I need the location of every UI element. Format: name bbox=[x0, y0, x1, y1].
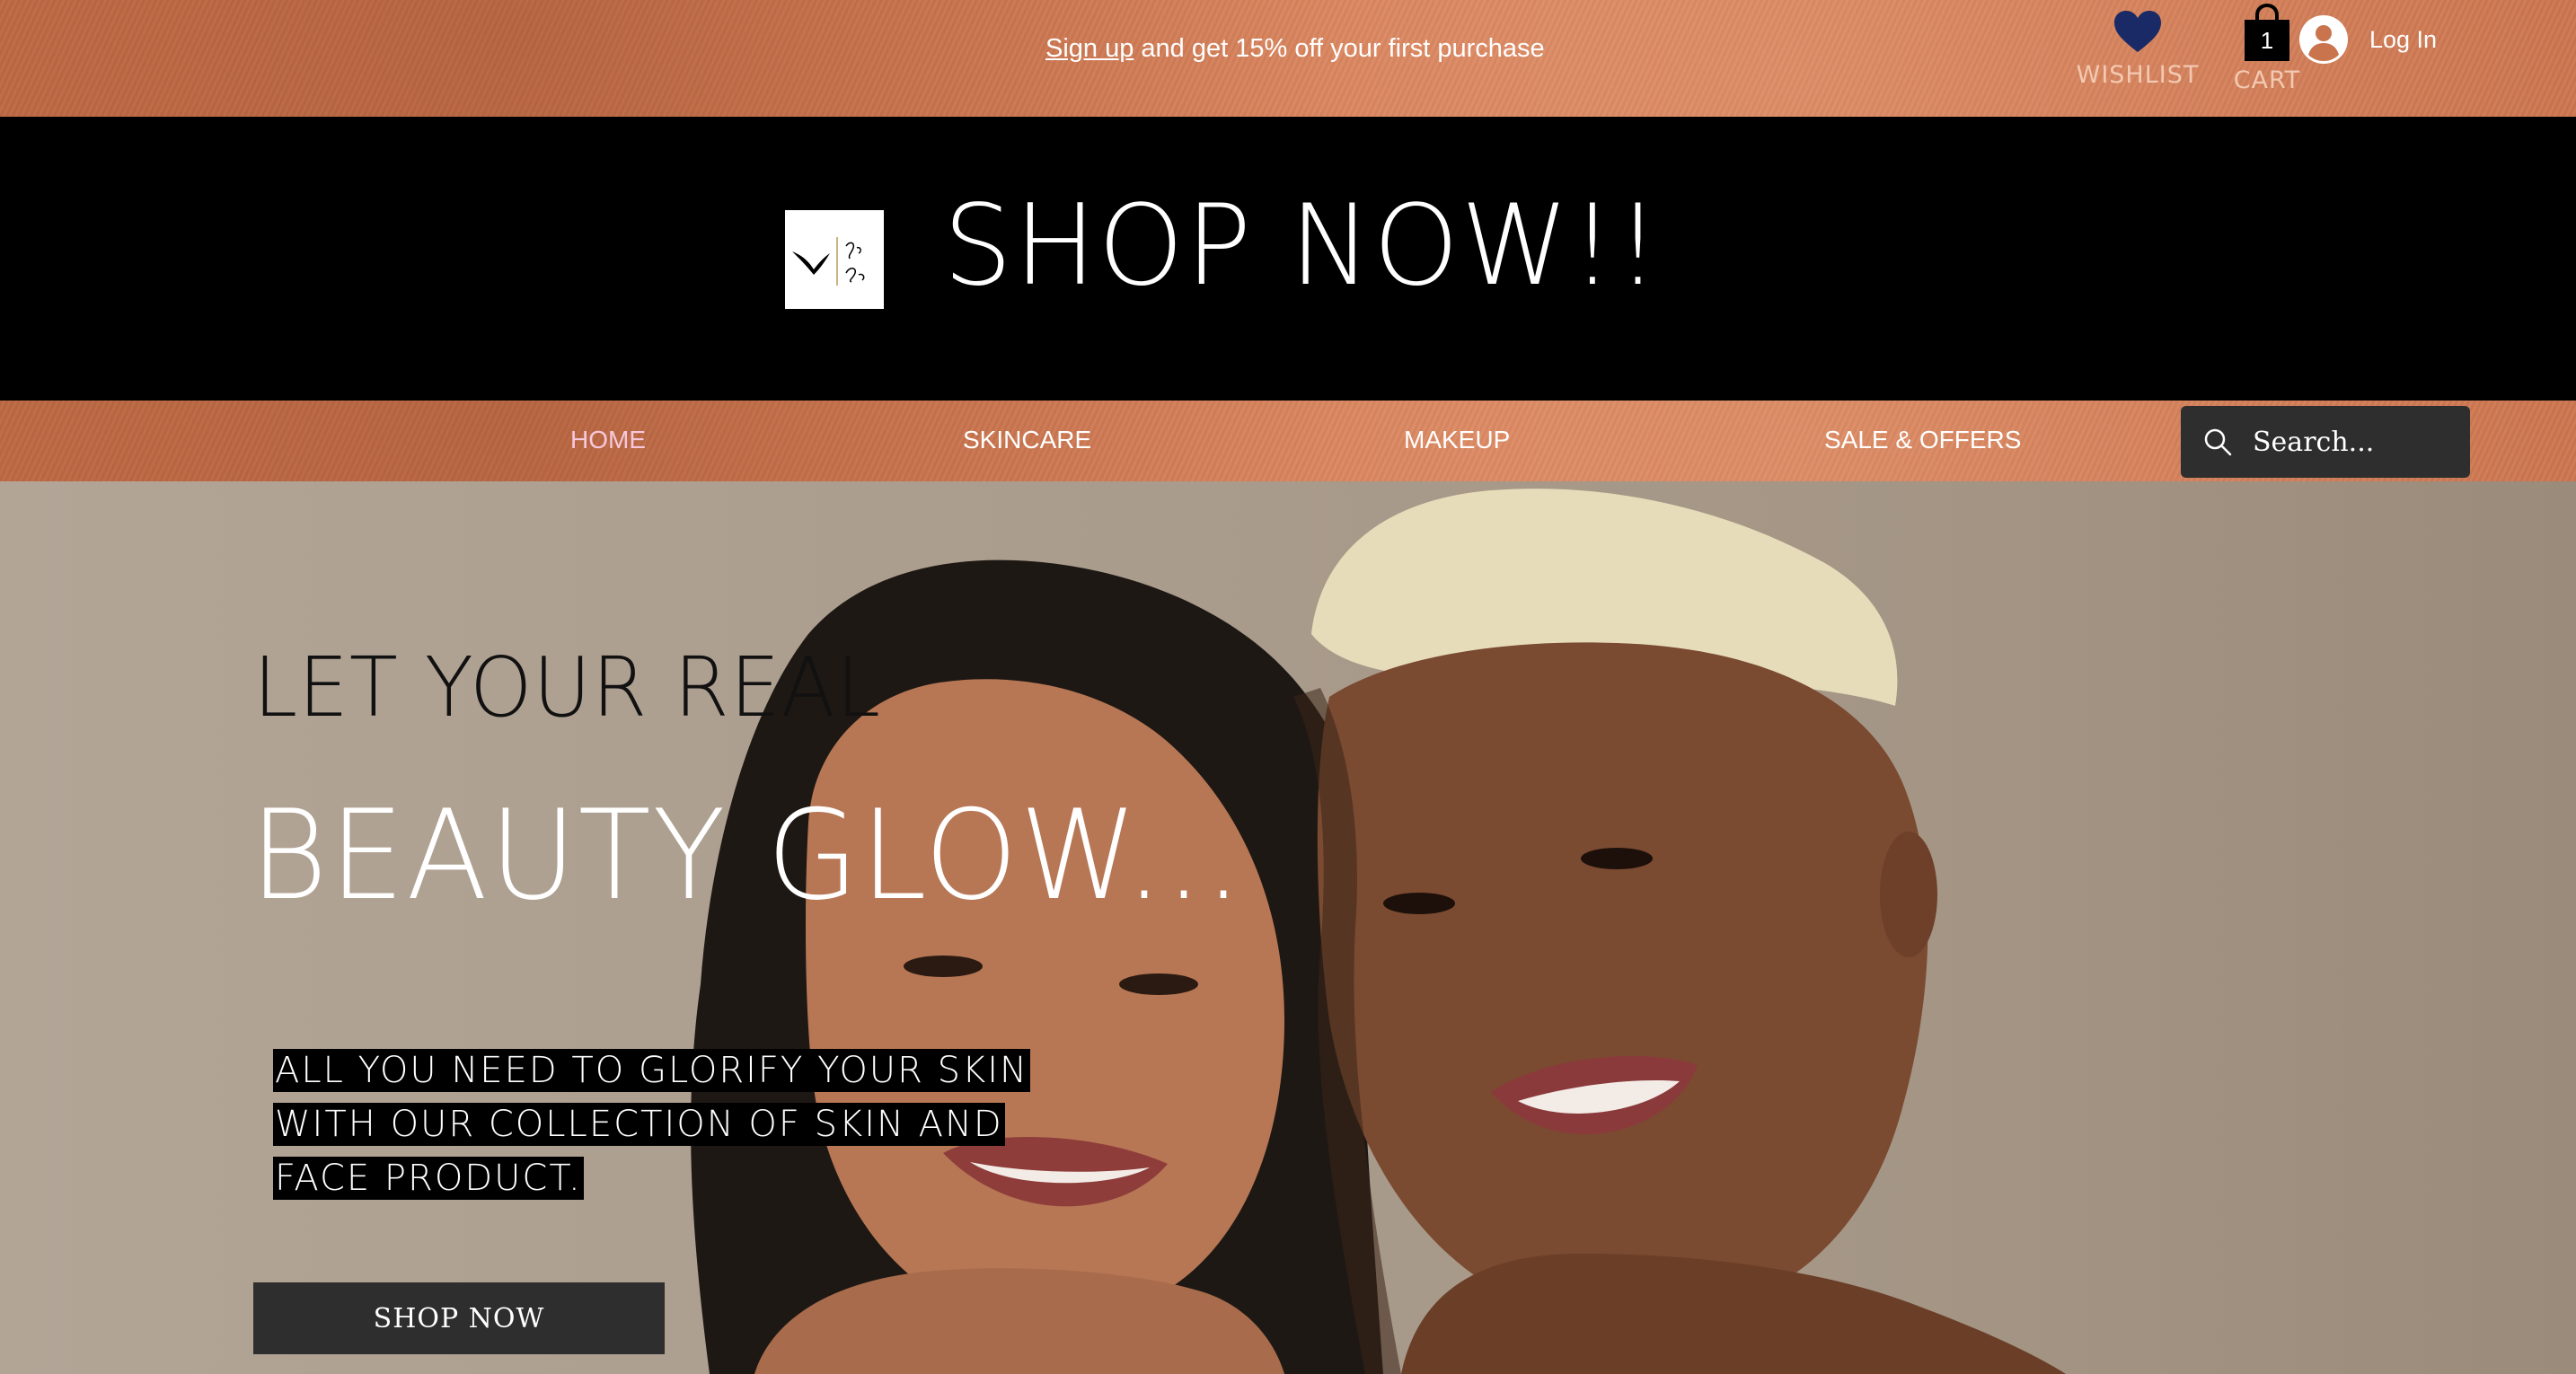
promo-message-text: and get 15% off your first purchase bbox=[1134, 34, 1545, 63]
login-button[interactable]: Log In bbox=[2299, 14, 2437, 65]
nav-item-makeup[interactable]: MAKEUP bbox=[1404, 426, 1510, 454]
hero-tagline-line: WITH OUR COLLECTION OF SKIN AND bbox=[273, 1103, 1005, 1146]
shopping-bag-icon: 1 bbox=[2242, 4, 2292, 63]
user-avatar-icon bbox=[2299, 15, 2348, 64]
hero-photo bbox=[691, 489, 2066, 1374]
wishlist-label: WISHLIST bbox=[2076, 61, 2200, 89]
promo-message: Sign up and get 15% off your first purch… bbox=[1045, 34, 1545, 64]
search-box[interactable] bbox=[2181, 406, 2470, 478]
brand-header: SHOP NOW!! bbox=[0, 117, 2576, 401]
login-label: Log In bbox=[2369, 25, 2438, 53]
signup-link[interactable]: Sign up bbox=[1045, 34, 1134, 63]
heart-icon bbox=[2113, 9, 2163, 54]
hero-tagline: ALL YOU NEED TO GLORIFY YOUR SKIN WITH O… bbox=[273, 1049, 1081, 1211]
hero-tagline-line: FACE PRODUCT. bbox=[273, 1157, 584, 1200]
hero-banner: LET YOUR REAL BEAUTY GLOW... ALL YOU NEE… bbox=[0, 481, 2576, 1374]
shop-now-button[interactable]: SHOP NOW bbox=[253, 1282, 665, 1354]
promo-bar: Sign up and get 15% off your first purch… bbox=[0, 0, 2576, 117]
nav-item-home[interactable]: HOME bbox=[570, 426, 646, 454]
hero-kicker: LET YOUR REAL bbox=[253, 639, 882, 735]
brand-logo[interactable] bbox=[785, 210, 884, 309]
search-icon bbox=[2204, 428, 2232, 456]
wishlist-button[interactable]: WISHLIST bbox=[2075, 9, 2201, 99]
cart-label: CART bbox=[2233, 66, 2301, 94]
main-nav: HOME SKINCARE MAKEUP SALE & OFFERS bbox=[0, 401, 2576, 481]
brand-logo-mark bbox=[792, 237, 865, 286]
cart-button[interactable]: 1 CART bbox=[2231, 4, 2303, 102]
hero-headline: BEAUTY GLOW... bbox=[250, 783, 1245, 928]
hero-tagline-line: ALL YOU NEED TO GLORIFY YOUR SKIN bbox=[273, 1049, 1030, 1092]
brand-title: SHOP NOW!! bbox=[943, 181, 1662, 311]
cart-count: 1 bbox=[2260, 27, 2274, 54]
nav-item-sale-offers[interactable]: SALE & OFFERS bbox=[1824, 426, 2021, 454]
search-input[interactable] bbox=[2251, 425, 2461, 459]
nav-item-skincare[interactable]: SKINCARE bbox=[963, 426, 1091, 454]
